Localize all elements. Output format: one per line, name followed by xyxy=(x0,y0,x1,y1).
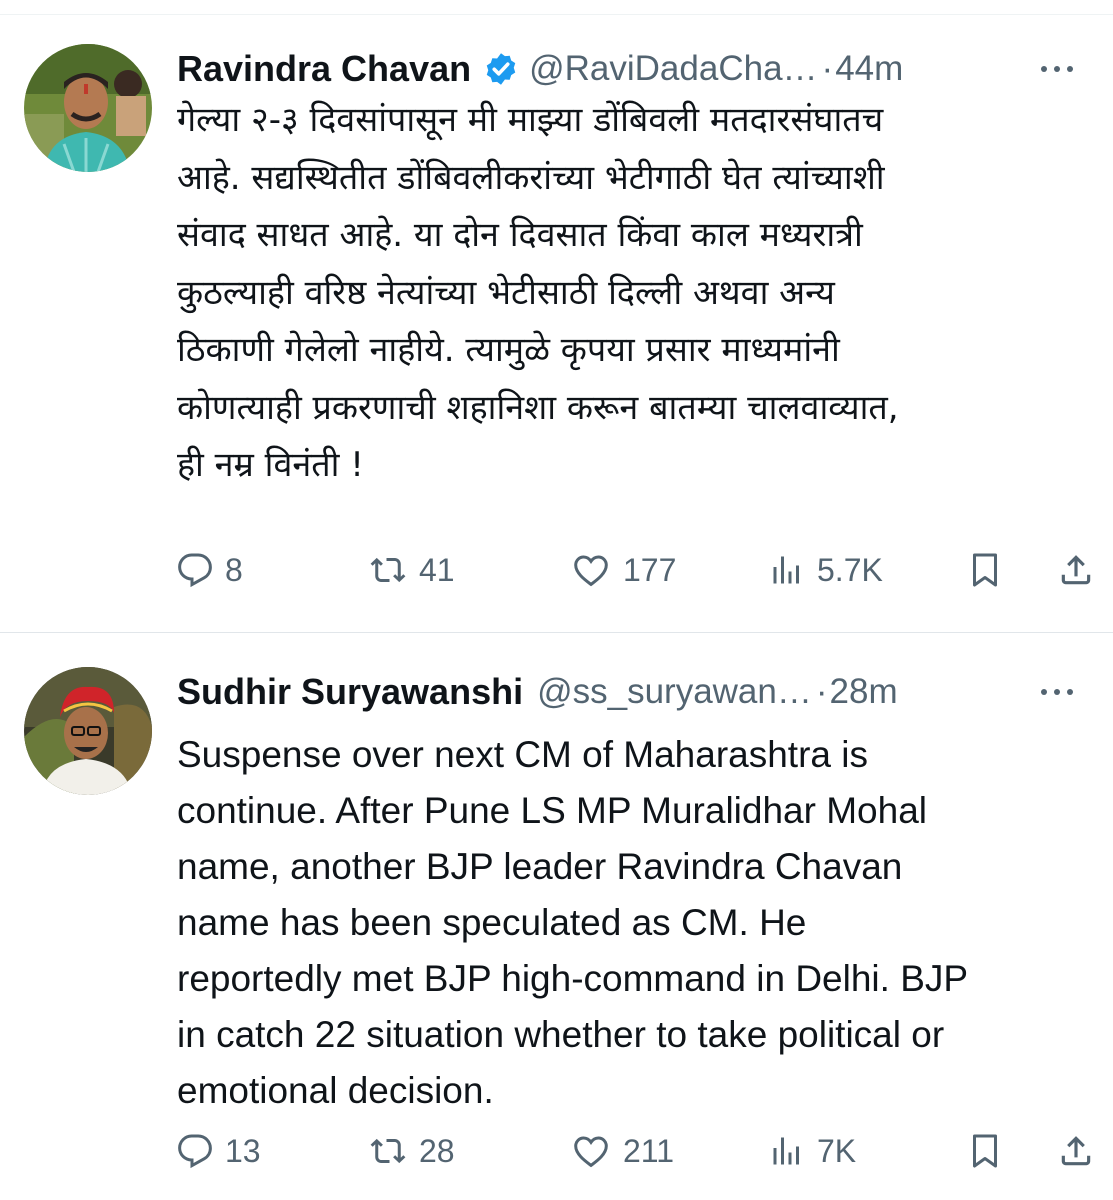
tweet-text-line: Suspense over next CM of Maharashtra is xyxy=(177,734,868,775)
more-icon[interactable] xyxy=(1041,667,1073,717)
tweet[interactable]: Ravindra Chavan @RaviDadaCha… · 44m गेल्… xyxy=(0,0,1113,632)
tweet-text-line: continue. After Pune LS MP Muralidhar Mo… xyxy=(177,790,928,831)
tweet-text: Suspense over next CM of Maharashtra is … xyxy=(177,727,1099,1119)
more-icon[interactable] xyxy=(1041,44,1073,94)
repost-button[interactable]: 28 xyxy=(369,1126,455,1176)
reply-count: 8 xyxy=(225,551,243,588)
views-button[interactable]: 5.7K xyxy=(769,545,883,595)
share-button[interactable] xyxy=(1057,545,1095,595)
like-icon xyxy=(571,1133,611,1169)
tweet-text-line: ही नम्र विनंती ! xyxy=(177,445,364,485)
share-button[interactable] xyxy=(1057,1126,1095,1176)
bookmark-button[interactable] xyxy=(967,1126,1003,1176)
repost-count: 28 xyxy=(419,1132,455,1169)
like-count: 177 xyxy=(623,551,677,588)
bookmark-icon xyxy=(967,1131,1003,1171)
tweet-text-line: कुठल्याही वरिष्ठ नेत्यांच्या भेटीसाठी दि… xyxy=(177,272,835,313)
separator-dot: · xyxy=(821,49,834,88)
separator-dot: · xyxy=(815,672,828,711)
tweet-text-line: reportedly met BJP high-command in Delhi… xyxy=(177,958,969,999)
tweet-text-line: in catch 22 situation whether to take po… xyxy=(177,1014,945,1055)
like-icon xyxy=(571,552,611,588)
repost-count: 41 xyxy=(419,551,455,588)
share-icon xyxy=(1057,551,1095,589)
tweet-text-line: कोणत्याही प्रकरणाची शहानिशा करून बातम्या… xyxy=(177,387,899,428)
bookmark-icon xyxy=(967,550,1003,590)
avatar[interactable] xyxy=(24,667,152,795)
repost-icon xyxy=(369,1133,407,1169)
tweet[interactable]: Sudhir Suryawanshi @ss_suryawan… · 28m S… xyxy=(0,633,1113,1200)
tweet-text-line: गेल्या २-३ दिवसांपासून मी माझ्या डोंबिवल… xyxy=(177,100,884,140)
tweet-text-line: name, another BJP leader Ravindra Chavan xyxy=(177,846,903,887)
like-button[interactable]: 211 xyxy=(571,1126,674,1176)
verified-badge-icon xyxy=(483,51,519,87)
bookmark-button[interactable] xyxy=(967,545,1003,595)
like-count: 211 xyxy=(623,1132,675,1169)
tweet-text-line: संवाद साधत आहे. या दोन दिवसात किंवा काल … xyxy=(177,215,863,255)
reply-button[interactable]: 8 xyxy=(177,545,243,595)
reply-icon xyxy=(177,1133,213,1169)
tweet-text: गेल्या २-३ दिवसांपासून मी माझ्या डोंबिवल… xyxy=(177,92,1099,495)
author-name[interactable]: Ravindra Chavan xyxy=(177,48,471,90)
tweet-text-line: आहे. सद्यस्थितीत डोंबिवलीकरांच्या भेटीगा… xyxy=(177,157,885,198)
tweet-actions: 8 41 177 5.7K xyxy=(177,545,1097,595)
tweet-text-line: emotional decision. xyxy=(177,1070,494,1111)
reply-icon xyxy=(177,552,213,588)
repost-button[interactable]: 41 xyxy=(369,545,455,595)
avatar[interactable] xyxy=(24,44,152,172)
views-count: 7K xyxy=(817,1132,857,1169)
repost-icon xyxy=(369,552,407,588)
share-icon xyxy=(1057,1132,1095,1170)
reply-count: 13 xyxy=(225,1132,261,1169)
author-handle[interactable]: @ss_suryawan… xyxy=(537,672,812,712)
tweet-actions: 13 28 211 7K xyxy=(177,1126,1097,1176)
author-name[interactable]: Sudhir Suryawanshi xyxy=(177,671,523,713)
views-button[interactable]: 7K xyxy=(769,1126,856,1176)
tweet-text-line: name has been speculated as CM. He xyxy=(177,902,807,943)
reply-button[interactable]: 13 xyxy=(177,1126,261,1176)
tweet-header: Sudhir Suryawanshi @ss_suryawan… · 28m xyxy=(177,667,1093,717)
views-icon xyxy=(769,1133,805,1169)
tweet-header: Ravindra Chavan @RaviDadaCha… · 44m xyxy=(177,44,1093,94)
tweet-text-line: ठिकाणी गेलेलो नाहीये. त्यामुळे कृपया प्र… xyxy=(177,330,840,370)
like-button[interactable]: 177 xyxy=(571,545,676,595)
views-icon xyxy=(769,552,805,588)
views-count: 5.7K xyxy=(817,551,883,588)
timestamp[interactable]: 28m xyxy=(830,672,898,712)
author-handle[interactable]: @RaviDadaCha… xyxy=(529,49,817,89)
timestamp[interactable]: 44m xyxy=(835,49,903,89)
